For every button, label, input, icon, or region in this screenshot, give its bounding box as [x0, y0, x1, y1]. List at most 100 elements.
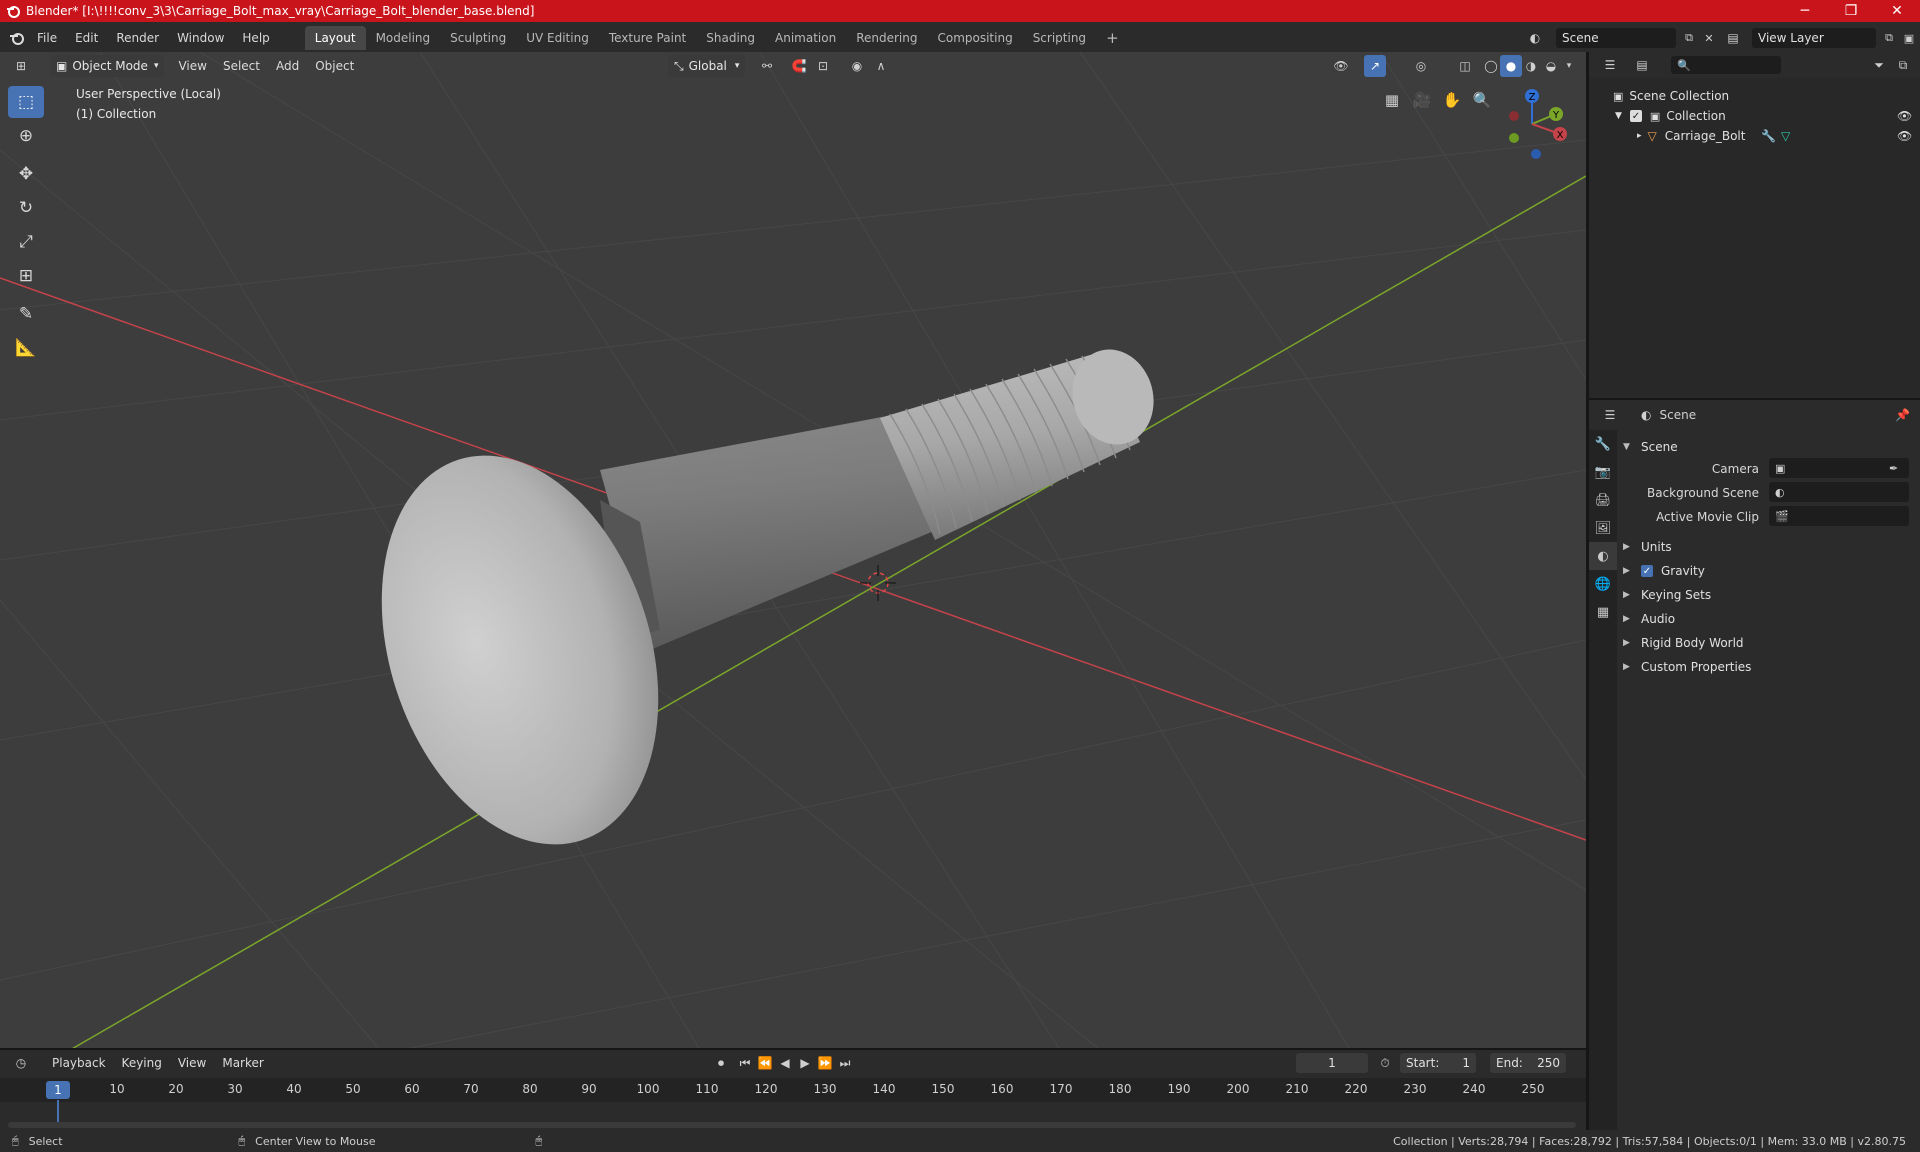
camera-view-icon[interactable]: 🎥	[1408, 86, 1436, 114]
outliner-row-scene-collection[interactable]: ▣ Scene Collection	[1589, 86, 1920, 106]
menu-window[interactable]: Window	[168, 26, 233, 50]
outliner-editor-type-icon[interactable]: ☰	[1599, 54, 1621, 76]
play-icon[interactable]: ▶	[794, 1052, 816, 1074]
timeline-menu-playback[interactable]: Playback	[44, 1052, 114, 1074]
tab-animation[interactable]: Animation	[765, 26, 846, 50]
audio-panel-header[interactable]: ▶ Audio	[1623, 608, 1913, 630]
tab-texture-paint[interactable]: Texture Paint	[599, 26, 696, 50]
blender-menu-icon[interactable]	[6, 27, 28, 49]
eye-icon[interactable]: 👁	[1897, 109, 1912, 123]
tab-scripting[interactable]: Scripting	[1023, 26, 1096, 50]
timeline-scrollbar[interactable]	[8, 1122, 1576, 1128]
jump-start-icon[interactable]: ⏮	[734, 1052, 756, 1074]
gravity-checkbox[interactable]: ✓	[1641, 565, 1653, 577]
rigid-body-world-panel-header[interactable]: ▶ Rigid Body World	[1623, 632, 1913, 654]
viewport-menu-select[interactable]: Select	[215, 55, 268, 77]
playhead-frame-label[interactable]: 1	[46, 1081, 70, 1099]
scene-tab-icon[interactable]: ◐	[1589, 542, 1617, 570]
minimize-button[interactable]: ─	[1782, 0, 1828, 22]
keying-sets-panel-header[interactable]: ▶ Keying Sets	[1623, 584, 1913, 606]
xray-icon[interactable]: ◫	[1454, 55, 1476, 77]
outliner-row-carriage-bolt[interactable]: ▸ ▽ Carriage_Bolt 🔧 ▽ 👁	[1589, 126, 1920, 146]
scene-field[interactable]: Scene	[1556, 28, 1676, 48]
world-tab-icon[interactable]: 🌐	[1589, 570, 1617, 598]
viewport-menu-view[interactable]: View	[170, 55, 214, 77]
add-workspace-button[interactable]: +	[1096, 26, 1129, 50]
measure-tool-icon[interactable]: 📐	[8, 332, 44, 364]
snap-icon[interactable]: 🧲	[788, 55, 810, 77]
material-shading-icon[interactable]: ◑	[1520, 55, 1542, 77]
camera-field[interactable]: ▣ ✒	[1769, 458, 1909, 478]
frame-ruler[interactable]: 1 10 20 30 40 50 60 70 80 90 100 110 120 130 140 150 16…	[0, 1078, 1586, 1102]
delete-scene-icon[interactable]: ✕	[1698, 27, 1720, 49]
new-scene-icon[interactable]: ⧉	[1678, 27, 1700, 49]
active-movie-clip-field[interactable]: 🎬	[1769, 506, 1909, 526]
cursor-tool-icon[interactable]: ⊕	[8, 120, 44, 152]
scene-selector-icon[interactable]: ◐	[1524, 27, 1546, 49]
units-panel-header[interactable]: ▶ Units	[1623, 536, 1913, 558]
tab-modeling[interactable]: Modeling	[366, 26, 441, 50]
snap-target-icon[interactable]: ⊡	[812, 55, 834, 77]
stopwatch-icon[interactable]: ⏱	[1374, 1052, 1396, 1074]
gravity-panel-header[interactable]: ▶ ✓ Gravity	[1623, 560, 1913, 582]
timeline-menu-keying[interactable]: Keying	[114, 1052, 170, 1074]
new-view-layer-icon[interactable]: ⧉	[1878, 27, 1900, 49]
chevron-down-icon[interactable]: ▼	[1615, 111, 1622, 121]
timeline-menu-marker[interactable]: Marker	[214, 1052, 271, 1074]
close-button[interactable]: ✕	[1874, 0, 1920, 22]
scene-panel-header[interactable]: ▼ Scene	[1623, 436, 1913, 458]
view-layer-field[interactable]: View Layer	[1752, 28, 1876, 48]
tab-shading[interactable]: Shading	[696, 26, 765, 50]
tab-rendering[interactable]: Rendering	[846, 26, 927, 50]
view-layer-icon[interactable]: ▤	[1722, 27, 1744, 49]
tab-uv-editing[interactable]: UV Editing	[516, 26, 599, 50]
chevron-right-icon[interactable]: ▸	[1637, 131, 1642, 141]
editor-type-icon[interactable]: ⊞	[10, 55, 32, 77]
new-collection-icon[interactable]: ⧉	[1892, 54, 1914, 76]
end-frame-field[interactable]: End: 250	[1490, 1053, 1566, 1073]
eyedropper-icon[interactable]: ✒	[1889, 462, 1898, 475]
select-box-tool-icon[interactable]: ⬚	[8, 86, 44, 118]
annotate-tool-icon[interactable]: ✎	[8, 298, 44, 330]
tool-tab-icon[interactable]: 🔧	[1589, 430, 1617, 458]
tab-compositing[interactable]: Compositing	[927, 26, 1022, 50]
scale-tool-icon[interactable]: ⤢	[8, 226, 44, 258]
filter-icon[interactable]: ⏷	[1868, 54, 1890, 76]
start-frame-field[interactable]: Start: 1	[1400, 1053, 1476, 1073]
modifier-wrench-icon[interactable]: 🔧	[1761, 129, 1776, 143]
transform-tool-icon[interactable]: ⊞	[8, 260, 44, 292]
chevron-down-icon[interactable]: ▾	[1558, 55, 1580, 77]
move-tool-icon[interactable]: ✥	[8, 158, 44, 190]
menu-render[interactable]: Render	[107, 26, 168, 50]
proportional-edit-icon[interactable]: ◉	[846, 55, 868, 77]
pan-view-icon[interactable]: ✋	[1438, 86, 1466, 114]
mesh-data-icon[interactable]: ▽	[1781, 129, 1790, 143]
menu-file[interactable]: File	[28, 26, 66, 50]
delete-view-layer-icon[interactable]: ▣	[1898, 27, 1920, 49]
toggle-camera-grid-icon[interactable]: ▦	[1378, 86, 1406, 114]
tab-sculpting[interactable]: Sculpting	[440, 26, 516, 50]
timeline-editor-type-icon[interactable]: ◷	[10, 1052, 32, 1074]
viewport-menu-add[interactable]: Add	[268, 55, 307, 77]
texture-tab-icon[interactable]: ▦	[1589, 598, 1617, 626]
current-frame-field[interactable]: 1	[1296, 1053, 1368, 1073]
visibility-icon[interactable]: 👁	[1330, 55, 1352, 77]
properties-editor-type-icon[interactable]: ☰	[1599, 404, 1621, 426]
play-reverse-icon[interactable]: ◀	[774, 1052, 796, 1074]
outliner-row-collection[interactable]: ▼ ✓ ▣ Collection 👁	[1589, 106, 1920, 126]
menu-edit[interactable]: Edit	[66, 26, 107, 50]
overlay-toggle-icon[interactable]: ◎	[1410, 55, 1432, 77]
jump-keyframe-forward-icon[interactable]: ⏩	[814, 1052, 836, 1074]
eye-icon[interactable]: 👁	[1897, 129, 1912, 143]
background-scene-field[interactable]: ◐	[1769, 482, 1909, 502]
pivot-point-icon[interactable]: ⚯	[756, 55, 778, 77]
solid-shading-icon[interactable]: ●	[1500, 55, 1522, 77]
transform-orientation-dropdown[interactable]: ⤡ Global ▾	[668, 55, 746, 77]
pin-icon[interactable]: 📌	[1895, 408, 1910, 422]
menu-help[interactable]: Help	[233, 26, 278, 50]
display-mode-icon[interactable]: ▤	[1631, 54, 1653, 76]
maximize-button[interactable]: ❐	[1828, 0, 1874, 22]
jump-end-icon[interactable]: ⏭	[834, 1052, 856, 1074]
viewport-menu-object[interactable]: Object	[307, 55, 362, 77]
rotate-tool-icon[interactable]: ↻	[8, 192, 44, 224]
